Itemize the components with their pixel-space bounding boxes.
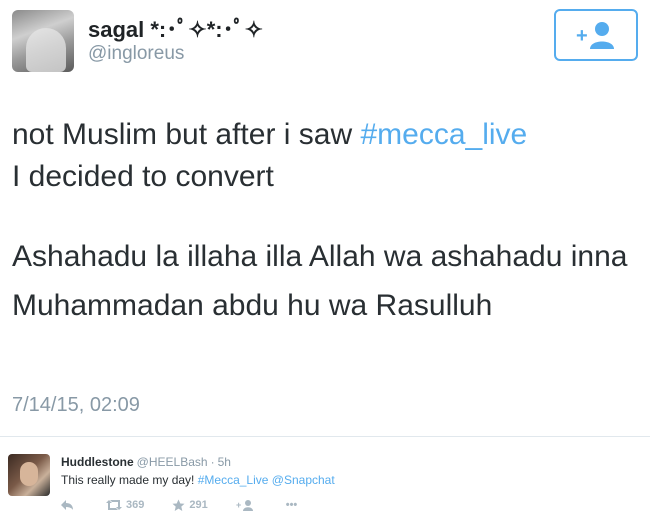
follow-button[interactable]: + — [554, 9, 638, 61]
svg-text:+: + — [236, 500, 241, 510]
svg-text:+: + — [576, 25, 588, 47]
tweet-actions: 369 291 + ••• — [60, 497, 325, 513]
divider — [0, 436, 650, 437]
tweet-text-shahada: Ashahadu la illaha illa Allah wa ashahad… — [12, 240, 628, 322]
hashtag-link[interactable]: #mecca_live — [360, 118, 527, 151]
profile-avatar[interactable] — [12, 10, 74, 72]
tweet-text-line-1: not Muslim but after i saw #mecca_live — [12, 114, 642, 156]
reply-button[interactable] — [60, 499, 78, 511]
embedded-display-name[interactable]: Huddlestone — [61, 455, 134, 469]
embedded-handle[interactable]: @HEELBash — [137, 455, 208, 469]
follow-user-plus-icon: + — [236, 500, 253, 511]
embedded-tweet-text: This really made my day! #Mecca_Live @Sn… — [61, 473, 335, 487]
favorite-count: 291 — [189, 499, 208, 511]
retweet-icon — [106, 500, 122, 510]
tweet-text-part: not Muslim but after i saw — [12, 118, 361, 151]
more-button[interactable]: ••• — [286, 499, 298, 511]
embedded-avatar[interactable] — [8, 454, 50, 496]
embedded-hashtag-link[interactable]: #Mecca_Live — [198, 473, 269, 487]
user-handle[interactable]: @ingloreus — [88, 43, 184, 65]
reply-icon — [61, 500, 73, 510]
star-icon — [172, 499, 185, 511]
retweet-button[interactable]: 369 — [106, 499, 144, 511]
tweet-text-line-2: I decided to convert — [12, 160, 274, 193]
embedded-time[interactable]: 5h — [218, 455, 231, 469]
embedded-tweet-header: Huddlestone @HEELBash · 5h — [61, 455, 231, 469]
more-icon: ••• — [285, 499, 298, 511]
embedded-mention-link[interactable]: @Snapchat — [272, 473, 335, 487]
avatar-image — [26, 28, 66, 72]
avatar-image — [20, 462, 38, 486]
embedded-text-part: This really made my day! — [61, 473, 198, 487]
favorite-button[interactable]: 291 — [172, 499, 208, 512]
follow-small-button[interactable]: + — [236, 499, 258, 511]
retweet-count: 369 — [126, 499, 145, 511]
display-name[interactable]: sagal *:･ﾟ✧*:･ﾟ✧ — [88, 12, 263, 44]
follow-user-plus-icon: + — [576, 22, 614, 49]
embedded-separator: · — [210, 455, 215, 469]
tweet-timestamp[interactable]: 7/14/15, 02:09 — [12, 394, 140, 417]
